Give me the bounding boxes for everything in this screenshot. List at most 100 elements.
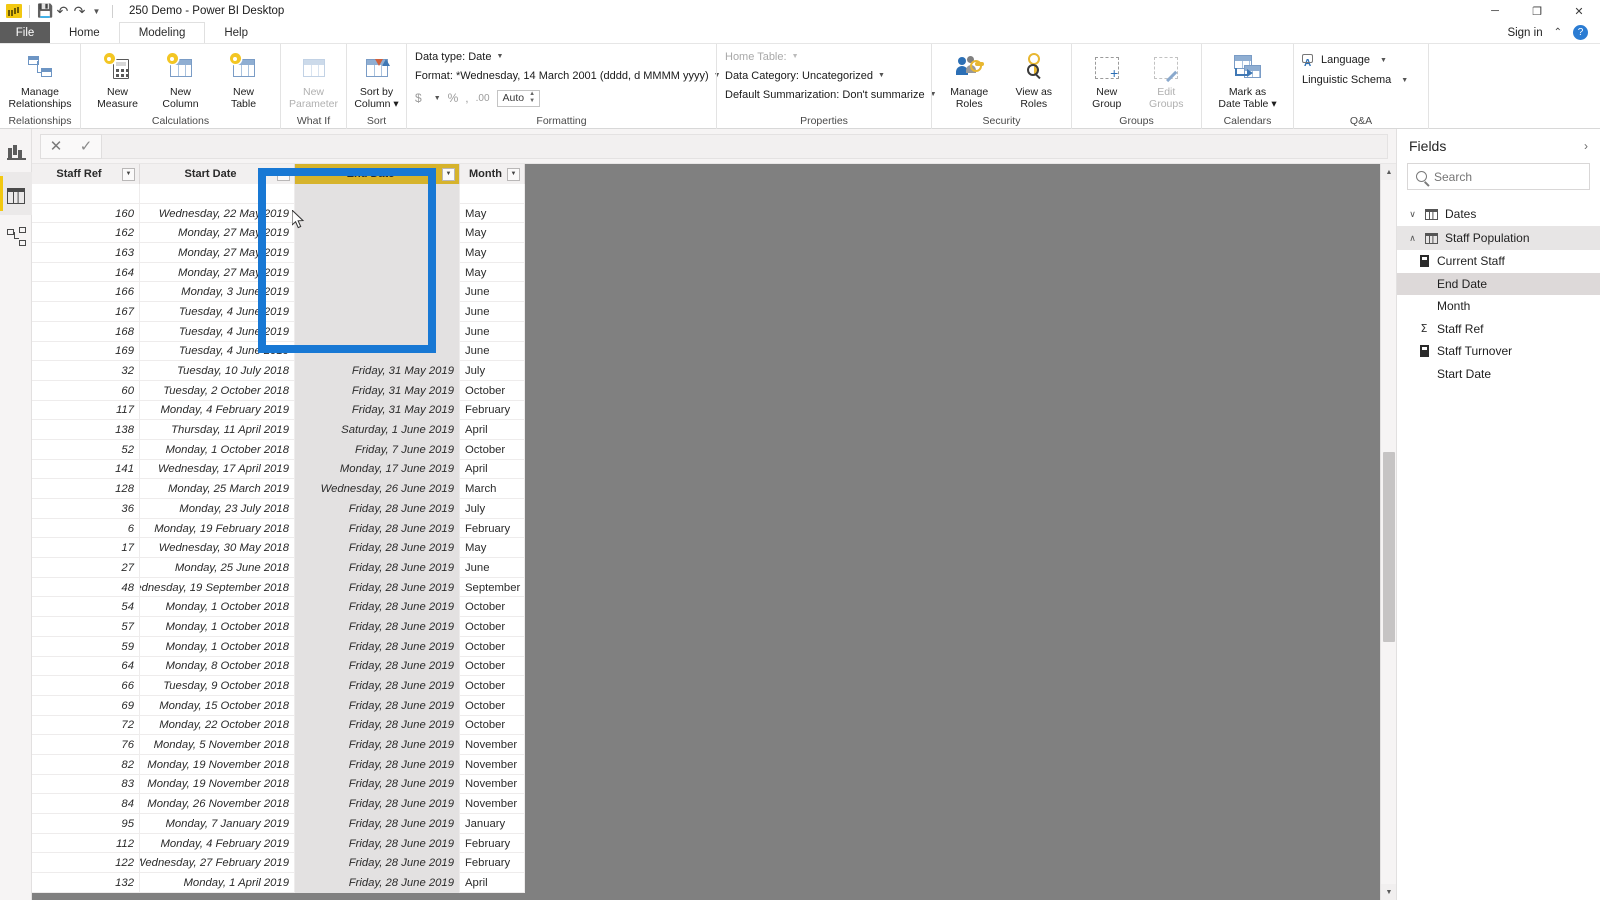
- cell-staff_ref[interactable]: 168: [32, 321, 140, 342]
- cell-end_date[interactable]: [295, 341, 460, 362]
- cell-end_date[interactable]: Friday, 28 June 2019: [295, 676, 460, 696]
- cell-start_date[interactable]: Monday, 15 October 2018: [140, 695, 295, 716]
- undo-icon[interactable]: ↶: [54, 3, 71, 20]
- cell-staff_ref[interactable]: 167: [32, 302, 140, 322]
- decimal-places-icon[interactable]: .00: [476, 93, 490, 104]
- table-row[interactable]: 141 Wednesday, 17 April 2019 Monday, 17 Ju…: [32, 459, 525, 480]
- cell-start_date[interactable]: Monday, 1 October 2018: [140, 597, 295, 618]
- column-header-start-date[interactable]: Start Date ▼: [140, 164, 295, 184]
- cell-start_date[interactable]: Monday, 27 May 2019: [140, 223, 295, 244]
- scrollbar-thumb[interactable]: [1383, 452, 1395, 642]
- cell-start_date[interactable]: Monday, 5 November 2018: [140, 735, 295, 755]
- data-category-dropdown[interactable]: Data Category: Uncategorized ▼: [725, 68, 923, 83]
- chevron-down-icon[interactable]: ∨: [1407, 209, 1418, 220]
- table-row[interactable]: 166 Monday, 3 June 2019 June: [32, 282, 525, 303]
- cell-staff_ref[interactable]: 112: [32, 833, 140, 854]
- manage-roles-button[interactable]: Manage Roles: [938, 48, 1001, 110]
- cell-end_date[interactable]: Friday, 28 June 2019: [295, 794, 460, 814]
- edit-groups-button[interactable]: Edit Groups: [1138, 48, 1196, 110]
- cell-month[interactable]: February: [460, 400, 525, 421]
- cell-staff_ref[interactable]: 128: [32, 479, 140, 499]
- cell-start_date[interactable]: Monday, 19 November 2018: [140, 774, 295, 795]
- cell-staff_ref[interactable]: 52: [32, 439, 140, 460]
- field-item-end-date[interactable]: End Date: [1397, 272, 1600, 295]
- cell-staff_ref[interactable]: [32, 184, 140, 204]
- cell-end_date[interactable]: Friday, 28 June 2019: [295, 774, 460, 795]
- tab-help[interactable]: Help: [205, 22, 267, 43]
- table-row[interactable]: 128 Monday, 25 March 2019 Wednesday, 26 Ju…: [32, 479, 525, 499]
- cell-end_date[interactable]: Friday, 28 June 2019: [295, 853, 460, 874]
- collapse-pane-icon[interactable]: ›: [1584, 139, 1588, 153]
- cell-start_date[interactable]: Tuesday, 4 June 2019: [140, 321, 295, 342]
- cell-staff_ref[interactable]: 84: [32, 794, 140, 814]
- cell-end_date[interactable]: [295, 282, 460, 303]
- cell-end_date[interactable]: Friday, 28 June 2019: [295, 833, 460, 854]
- cell-start_date[interactable]: Monday, 4 February 2019: [140, 400, 295, 421]
- table-row[interactable]: 163 Monday, 27 May 2019 May: [32, 243, 525, 263]
- cell-staff_ref[interactable]: 54: [32, 597, 140, 618]
- cell-month[interactable]: October: [460, 617, 525, 637]
- cell-month[interactable]: July: [460, 499, 525, 519]
- cell-start_date[interactable]: Monday, 19 November 2018: [140, 754, 295, 775]
- scroll-up-arrow-icon[interactable]: ▲: [1381, 164, 1396, 180]
- cell-start_date[interactable]: Tuesday, 10 July 2018: [140, 361, 295, 381]
- cell-month[interactable]: February: [460, 518, 525, 539]
- table-row[interactable]: 52 Monday, 1 October 2018 Friday, 7 June 2…: [32, 439, 525, 460]
- tab-home[interactable]: Home: [50, 22, 119, 43]
- new-measure-button[interactable]: New Measure: [87, 48, 148, 110]
- collapse-ribbon-icon[interactable]: ⌃: [1554, 27, 1562, 38]
- cell-end_date[interactable]: Monday, 17 June 2019: [295, 459, 460, 480]
- cell-month[interactable]: October: [460, 676, 525, 696]
- cell-start_date[interactable]: Wednesday, 22 May 2019: [140, 203, 295, 224]
- mark-as-date-table-button[interactable]: Mark as Date Table ▾: [1210, 48, 1286, 110]
- cell-month[interactable]: June: [460, 341, 525, 362]
- currency-icon[interactable]: $: [415, 91, 422, 105]
- cell-staff_ref[interactable]: 59: [32, 636, 140, 657]
- cell-month[interactable]: February: [460, 833, 525, 854]
- cell-staff_ref[interactable]: 27: [32, 558, 140, 578]
- language-dropdown[interactable]: Language ▼: [1302, 53, 1420, 69]
- cell-start_date[interactable]: [140, 184, 295, 204]
- table-row[interactable]: 72 Monday, 22 October 2018 Friday, 28 June…: [32, 715, 525, 736]
- column-header-month[interactable]: Month ▼: [460, 164, 525, 184]
- cell-staff_ref[interactable]: 141: [32, 459, 140, 480]
- cell-end_date[interactable]: Friday, 28 June 2019: [295, 695, 460, 716]
- column-header-staff-ref[interactable]: Staff Ref ▼: [32, 164, 140, 184]
- fields-search-box[interactable]: [1407, 163, 1590, 190]
- cell-end_date[interactable]: Friday, 28 June 2019: [295, 617, 460, 637]
- cell-month[interactable]: April: [460, 459, 525, 480]
- cell-staff_ref[interactable]: 122: [32, 853, 140, 874]
- cancel-formula-button[interactable]: ✕: [41, 134, 71, 159]
- cell-month[interactable]: October: [460, 656, 525, 677]
- field-item-start-date[interactable]: Start Date: [1397, 363, 1600, 386]
- cell-staff_ref[interactable]: 17: [32, 538, 140, 559]
- cell-staff_ref[interactable]: 32: [32, 361, 140, 381]
- table-row[interactable]: 48 Wednesday, 19 September 2018 Friday, 28…: [32, 577, 525, 598]
- linguistic-schema-dropdown[interactable]: Linguistic Schema ▼: [1302, 74, 1420, 86]
- table-row[interactable]: 112 Monday, 4 February 2019 Friday, 28 Jun…: [32, 833, 525, 854]
- cell-month[interactable]: May: [460, 538, 525, 559]
- cell-month[interactable]: October: [460, 439, 525, 460]
- table-row[interactable]: 64 Monday, 8 October 2018 Friday, 28 June …: [32, 656, 525, 677]
- column-filter-icon[interactable]: ▼: [277, 167, 290, 181]
- cell-month[interactable]: November: [460, 735, 525, 755]
- minimize-button[interactable]: ─: [1474, 0, 1516, 22]
- cell-end_date[interactable]: Friday, 28 June 2019: [295, 577, 460, 598]
- currency-chevron-icon[interactable]: ▼: [434, 95, 441, 102]
- cell-staff_ref[interactable]: 160: [32, 203, 140, 224]
- cell-month[interactable]: May: [460, 262, 525, 283]
- table-row[interactable]: 138 Thursday, 11 April 2019 Saturday, 1 Ju…: [32, 420, 525, 440]
- cell-staff_ref[interactable]: 117: [32, 400, 140, 421]
- sign-in-link[interactable]: Sign in: [1507, 27, 1542, 39]
- sidebar-item-model-view[interactable]: [0, 215, 32, 258]
- cell-month[interactable]: [460, 184, 525, 204]
- cell-staff_ref[interactable]: 60: [32, 380, 140, 401]
- table-row[interactable]: 66 Tuesday, 9 October 2018 Friday, 28 June…: [32, 676, 525, 696]
- column-header-end-date[interactable]: End Date ▼: [295, 164, 460, 184]
- cell-start_date[interactable]: Monday, 1 October 2018: [140, 617, 295, 637]
- cell-month[interactable]: October: [460, 715, 525, 736]
- confirm-formula-button[interactable]: ✓: [71, 134, 101, 159]
- cell-end_date[interactable]: [295, 262, 460, 283]
- default-summarization-dropdown[interactable]: Default Summarization: Don't summarize ▼: [725, 87, 937, 102]
- cell-start_date[interactable]: Monday, 8 October 2018: [140, 656, 295, 677]
